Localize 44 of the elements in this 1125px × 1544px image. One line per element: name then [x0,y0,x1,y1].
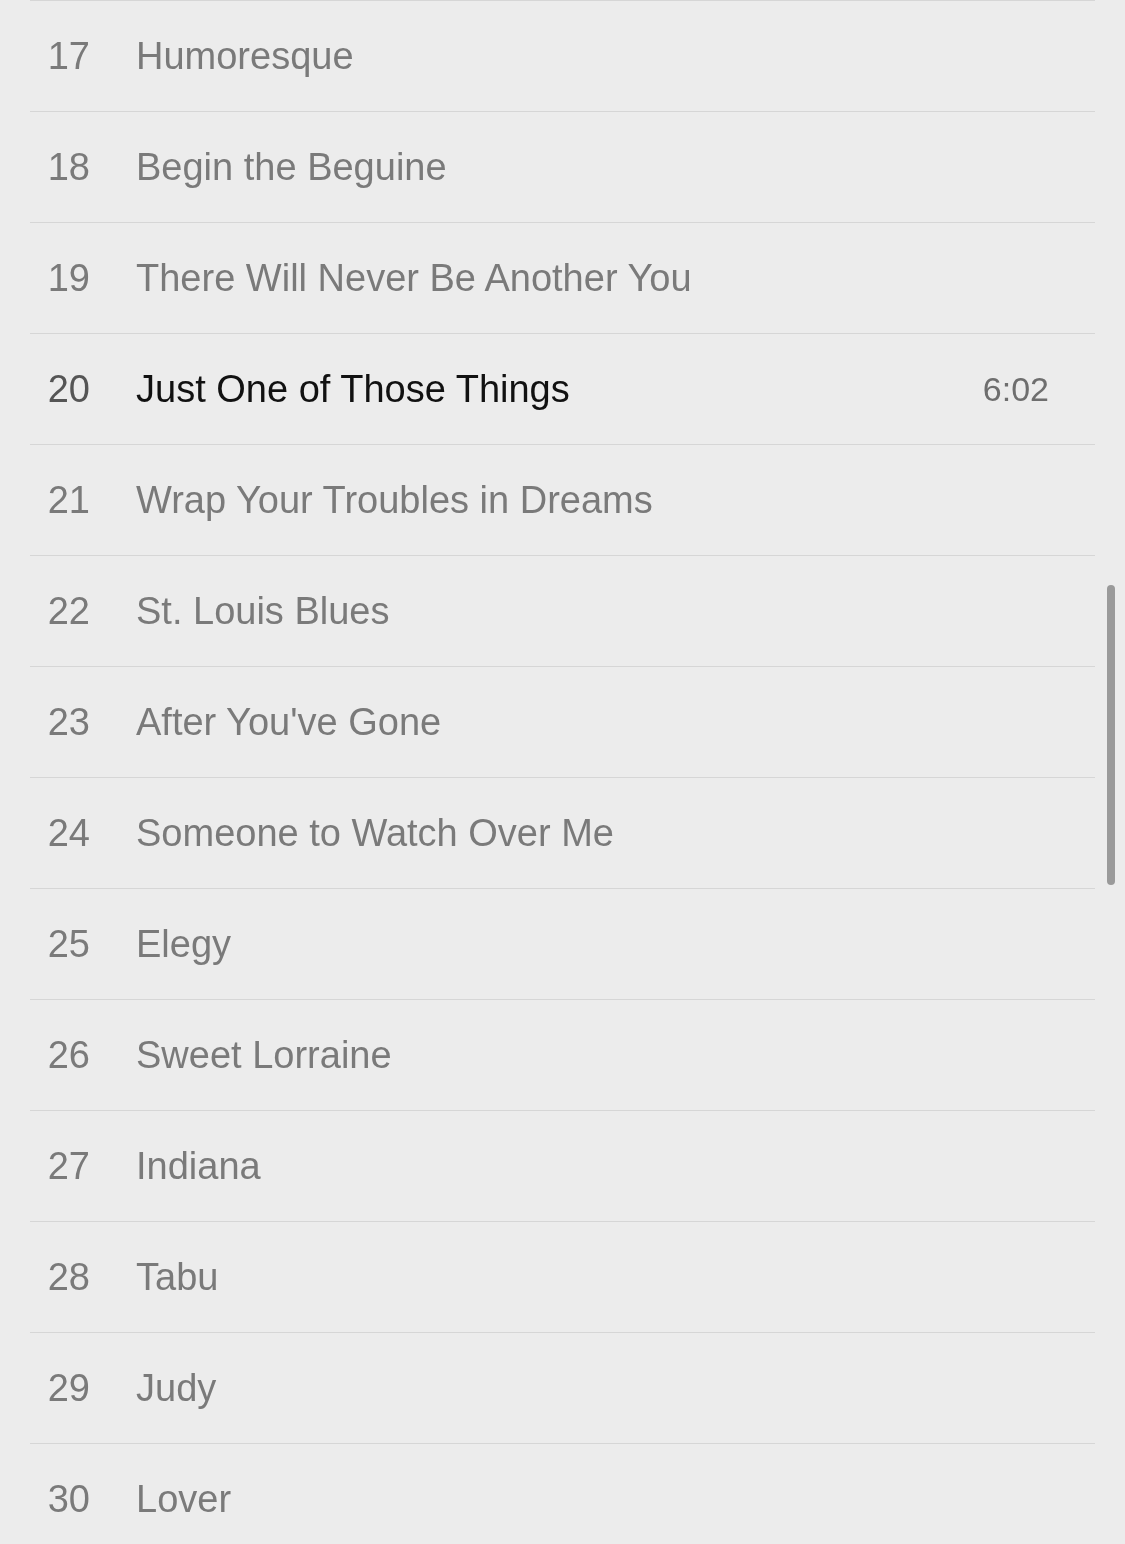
track-duration: 6:02 [982,368,1049,410]
track-row[interactable]: 24 Someone to Watch Over Me [30,778,1095,889]
track-title: St. Louis Blues [136,588,391,634]
track-number: 17 [46,33,90,79]
track-title: Tabu [136,1254,220,1300]
track-number: 25 [46,921,90,967]
track-title: There Will Never Be Another You [136,255,693,301]
track-title: Lover [136,1476,233,1522]
track-title: Sweet Lorraine [136,1032,393,1078]
track-row[interactable]: 30 Lover [30,1444,1095,1544]
track-title: After You've Gone [136,699,443,745]
track-row[interactable]: 23 After You've Gone [30,667,1095,778]
track-row[interactable]: 26 Sweet Lorraine [30,1000,1095,1111]
track-number: 29 [46,1365,90,1411]
track-title: Humoresque [136,33,355,79]
track-number: 19 [46,255,90,301]
track-number: 24 [46,810,90,856]
track-row[interactable]: 22 St. Louis Blues [30,556,1095,667]
track-row[interactable]: 25 Elegy [30,889,1095,1000]
track-row[interactable]: 21 Wrap Your Troubles in Dreams [30,445,1095,556]
track-row[interactable]: 28 Tabu [30,1222,1095,1333]
track-number: 23 [46,699,90,745]
track-number: 18 [46,144,90,190]
track-title: Just One of Those Things [136,366,571,412]
track-row[interactable]: 20 Just One of Those Things 6:02 [30,334,1095,445]
track-row[interactable]: 18 Begin the Beguine [30,112,1095,223]
track-title: Begin the Beguine [136,144,448,190]
track-row[interactable]: 19 There Will Never Be Another You [30,223,1095,334]
track-number: 22 [46,588,90,634]
scroll-bar[interactable] [1107,585,1115,885]
track-number: 21 [46,477,90,523]
track-number: 20 [46,366,90,412]
track-row[interactable]: 17 Humoresque [30,1,1095,112]
track-number: 27 [46,1143,90,1189]
track-number: 28 [46,1254,90,1300]
track-title: Judy [136,1365,218,1411]
track-number: 30 [46,1476,90,1522]
track-row[interactable]: 29 Judy [30,1333,1095,1444]
track-title: Wrap Your Troubles in Dreams [136,477,654,523]
track-row[interactable]: 27 Indiana [30,1111,1095,1222]
track-title: Indiana [136,1143,262,1189]
track-title: Elegy [136,921,233,967]
track-number: 26 [46,1032,90,1078]
track-title: Someone to Watch Over Me [136,810,615,856]
